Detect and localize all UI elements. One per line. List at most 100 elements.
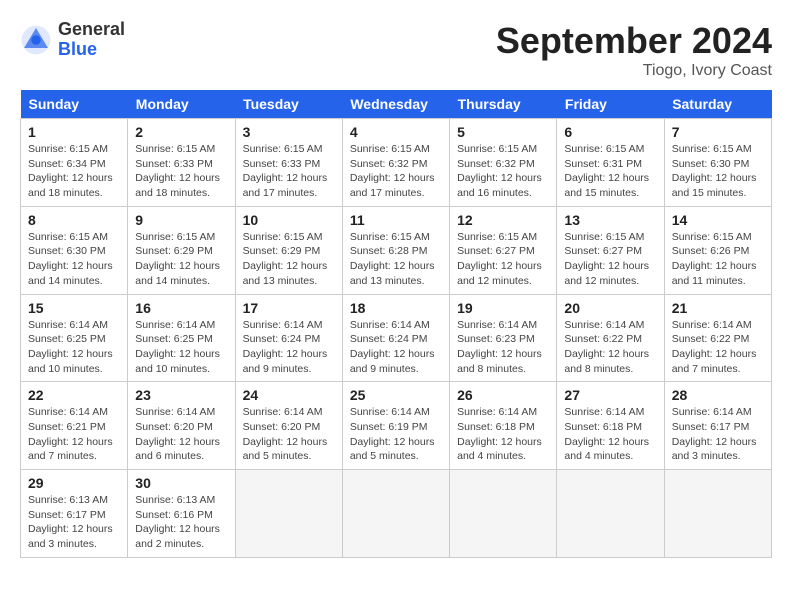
logo-blue-text: Blue xyxy=(58,40,125,60)
table-row: 25 Sunrise: 6:14 AMSunset: 6:19 PMDayligh… xyxy=(342,382,449,470)
day-number: 30 xyxy=(135,475,227,491)
table-row: 15 Sunrise: 6:14 AMSunset: 6:25 PMDayligh… xyxy=(21,294,128,382)
day-info: Sunrise: 6:14 AMSunset: 6:19 PMDaylight:… xyxy=(350,405,442,464)
day-number: 27 xyxy=(564,387,656,403)
calendar-header-row: Sunday Monday Tuesday Wednesday Thursday… xyxy=(21,90,772,119)
day-info: Sunrise: 6:14 AMSunset: 6:24 PMDaylight:… xyxy=(350,318,442,377)
month-year-title: September 2024 xyxy=(496,20,772,62)
day-info: Sunrise: 6:15 AMSunset: 6:32 PMDaylight:… xyxy=(457,142,549,201)
table-row: 14 Sunrise: 6:15 AMSunset: 6:26 PMDayligh… xyxy=(664,206,771,294)
col-tuesday: Tuesday xyxy=(235,90,342,119)
day-number: 1 xyxy=(28,124,120,140)
day-number: 17 xyxy=(243,300,335,316)
calendar-cell-empty xyxy=(235,470,342,558)
day-number: 11 xyxy=(350,212,442,228)
day-info: Sunrise: 6:15 AMSunset: 6:27 PMDaylight:… xyxy=(564,230,656,289)
table-row: 23 Sunrise: 6:14 AMSunset: 6:20 PMDayligh… xyxy=(128,382,235,470)
day-number: 14 xyxy=(672,212,764,228)
day-info: Sunrise: 6:14 AMSunset: 6:20 PMDaylight:… xyxy=(135,405,227,464)
calendar-week-row: 29 Sunrise: 6:13 AMSunset: 6:17 PMDayligh… xyxy=(21,470,772,558)
day-info: Sunrise: 6:15 AMSunset: 6:26 PMDaylight:… xyxy=(672,230,764,289)
day-number: 25 xyxy=(350,387,442,403)
day-info: Sunrise: 6:15 AMSunset: 6:33 PMDaylight:… xyxy=(243,142,335,201)
day-info: Sunrise: 6:15 AMSunset: 6:32 PMDaylight:… xyxy=(350,142,442,201)
table-row: 27Sunrise: 6:14 AMSunset: 6:18 PMDayligh… xyxy=(557,382,664,470)
day-number: 10 xyxy=(243,212,335,228)
table-row: 7 Sunrise: 6:15 AMSunset: 6:30 PMDaylight… xyxy=(664,119,771,207)
logo-general-text: General xyxy=(58,20,125,40)
location-subtitle: Tiogo, Ivory Coast xyxy=(496,62,772,80)
day-info: Sunrise: 6:15 AMSunset: 6:30 PMDaylight:… xyxy=(672,142,764,201)
table-row: 1Sunrise: 6:15 AMSunset: 6:34 PMDaylight… xyxy=(21,119,128,207)
logo-text: General Blue xyxy=(58,20,125,60)
day-number: 6 xyxy=(564,124,656,140)
table-row: 13 Sunrise: 6:15 AMSunset: 6:27 PMDayligh… xyxy=(557,206,664,294)
day-number: 12 xyxy=(457,212,549,228)
day-info: Sunrise: 6:14 AMSunset: 6:21 PMDaylight:… xyxy=(28,405,120,464)
table-row: 3 Sunrise: 6:15 AMSunset: 6:33 PMDaylight… xyxy=(235,119,342,207)
col-thursday: Thursday xyxy=(450,90,557,119)
calendar-week-row: 22 Sunrise: 6:14 AMSunset: 6:21 PMDayligh… xyxy=(21,382,772,470)
day-number: 5 xyxy=(457,124,549,140)
day-number: 22 xyxy=(28,387,120,403)
day-number: 19 xyxy=(457,300,549,316)
table-row: 24 Sunrise: 6:14 AMSunset: 6:20 PMDayligh… xyxy=(235,382,342,470)
table-row: 2Sunrise: 6:15 AMSunset: 6:33 PMDaylight… xyxy=(128,119,235,207)
day-number: 3 xyxy=(243,124,335,140)
day-info: Sunrise: 6:14 AMSunset: 6:22 PMDaylight:… xyxy=(564,318,656,377)
day-number: 24 xyxy=(243,387,335,403)
calendar-week-row: 8Sunrise: 6:15 AMSunset: 6:30 PMDaylight… xyxy=(21,206,772,294)
table-row: 20 Sunrise: 6:14 AMSunset: 6:22 PMDayligh… xyxy=(557,294,664,382)
day-info: Sunrise: 6:15 AMSunset: 6:33 PMDaylight:… xyxy=(135,142,227,201)
page-header: General Blue September 2024 Tiogo, Ivory… xyxy=(20,20,772,80)
table-row: 17 Sunrise: 6:14 AMSunset: 6:24 PMDayligh… xyxy=(235,294,342,382)
day-info: Sunrise: 6:15 AMSunset: 6:29 PMDaylight:… xyxy=(135,230,227,289)
table-row: 21Sunrise: 6:14 AMSunset: 6:22 PMDayligh… xyxy=(664,294,771,382)
day-info: Sunrise: 6:14 AMSunset: 6:25 PMDaylight:… xyxy=(28,318,120,377)
calendar-week-row: 1Sunrise: 6:15 AMSunset: 6:34 PMDaylight… xyxy=(21,119,772,207)
day-number: 20 xyxy=(564,300,656,316)
table-row: 12 Sunrise: 6:15 AMSunset: 6:27 PMDayligh… xyxy=(450,206,557,294)
day-number: 23 xyxy=(135,387,227,403)
calendar-table: Sunday Monday Tuesday Wednesday Thursday… xyxy=(20,90,772,558)
day-number: 4 xyxy=(350,124,442,140)
day-number: 13 xyxy=(564,212,656,228)
day-info: Sunrise: 6:14 AMSunset: 6:24 PMDaylight:… xyxy=(243,318,335,377)
table-row: 28 Sunrise: 6:14 AMSunset: 6:17 PMDayligh… xyxy=(664,382,771,470)
day-info: Sunrise: 6:14 AMSunset: 6:25 PMDaylight:… xyxy=(135,318,227,377)
col-saturday: Saturday xyxy=(664,90,771,119)
day-number: 7 xyxy=(672,124,764,140)
col-monday: Monday xyxy=(128,90,235,119)
calendar-cell-empty xyxy=(557,470,664,558)
col-friday: Friday xyxy=(557,90,664,119)
day-info: Sunrise: 6:15 AMSunset: 6:30 PMDaylight:… xyxy=(28,230,120,289)
day-info: Sunrise: 6:14 AMSunset: 6:20 PMDaylight:… xyxy=(243,405,335,464)
day-info: Sunrise: 6:15 AMSunset: 6:27 PMDaylight:… xyxy=(457,230,549,289)
day-number: 9 xyxy=(135,212,227,228)
day-info: Sunrise: 6:14 AMSunset: 6:23 PMDaylight:… xyxy=(457,318,549,377)
table-row: 11 Sunrise: 6:15 AMSunset: 6:28 PMDayligh… xyxy=(342,206,449,294)
table-row: 18Sunrise: 6:14 AMSunset: 6:24 PMDayligh… xyxy=(342,294,449,382)
day-info: Sunrise: 6:15 AMSunset: 6:31 PMDaylight:… xyxy=(564,142,656,201)
table-row: 6 Sunrise: 6:15 AMSunset: 6:31 PMDaylight… xyxy=(557,119,664,207)
calendar-cell-empty xyxy=(450,470,557,558)
day-number: 29 xyxy=(28,475,120,491)
logo-icon xyxy=(20,24,52,56)
title-area: September 2024 Tiogo, Ivory Coast xyxy=(496,20,772,80)
day-info: Sunrise: 6:14 AMSunset: 6:17 PMDaylight:… xyxy=(672,405,764,464)
day-number: 28 xyxy=(672,387,764,403)
col-wednesday: Wednesday xyxy=(342,90,449,119)
col-sunday: Sunday xyxy=(21,90,128,119)
table-row: 4 Sunrise: 6:15 AMSunset: 6:32 PMDaylight… xyxy=(342,119,449,207)
table-row: 22 Sunrise: 6:14 AMSunset: 6:21 PMDayligh… xyxy=(21,382,128,470)
table-row: 5 Sunrise: 6:15 AMSunset: 6:32 PMDaylight… xyxy=(450,119,557,207)
table-row: 10 Sunrise: 6:15 AMSunset: 6:29 PMDayligh… xyxy=(235,206,342,294)
table-row: 16Sunrise: 6:14 AMSunset: 6:25 PMDayligh… xyxy=(128,294,235,382)
day-info: Sunrise: 6:15 AMSunset: 6:29 PMDaylight:… xyxy=(243,230,335,289)
table-row: 19 Sunrise: 6:14 AMSunset: 6:23 PMDayligh… xyxy=(450,294,557,382)
day-number: 15 xyxy=(28,300,120,316)
calendar-week-row: 15 Sunrise: 6:14 AMSunset: 6:25 PMDayligh… xyxy=(21,294,772,382)
day-info: Sunrise: 6:13 AMSunset: 6:17 PMDaylight:… xyxy=(28,493,120,552)
day-info: Sunrise: 6:15 AMSunset: 6:28 PMDaylight:… xyxy=(350,230,442,289)
day-info: Sunrise: 6:14 AMSunset: 6:18 PMDaylight:… xyxy=(457,405,549,464)
